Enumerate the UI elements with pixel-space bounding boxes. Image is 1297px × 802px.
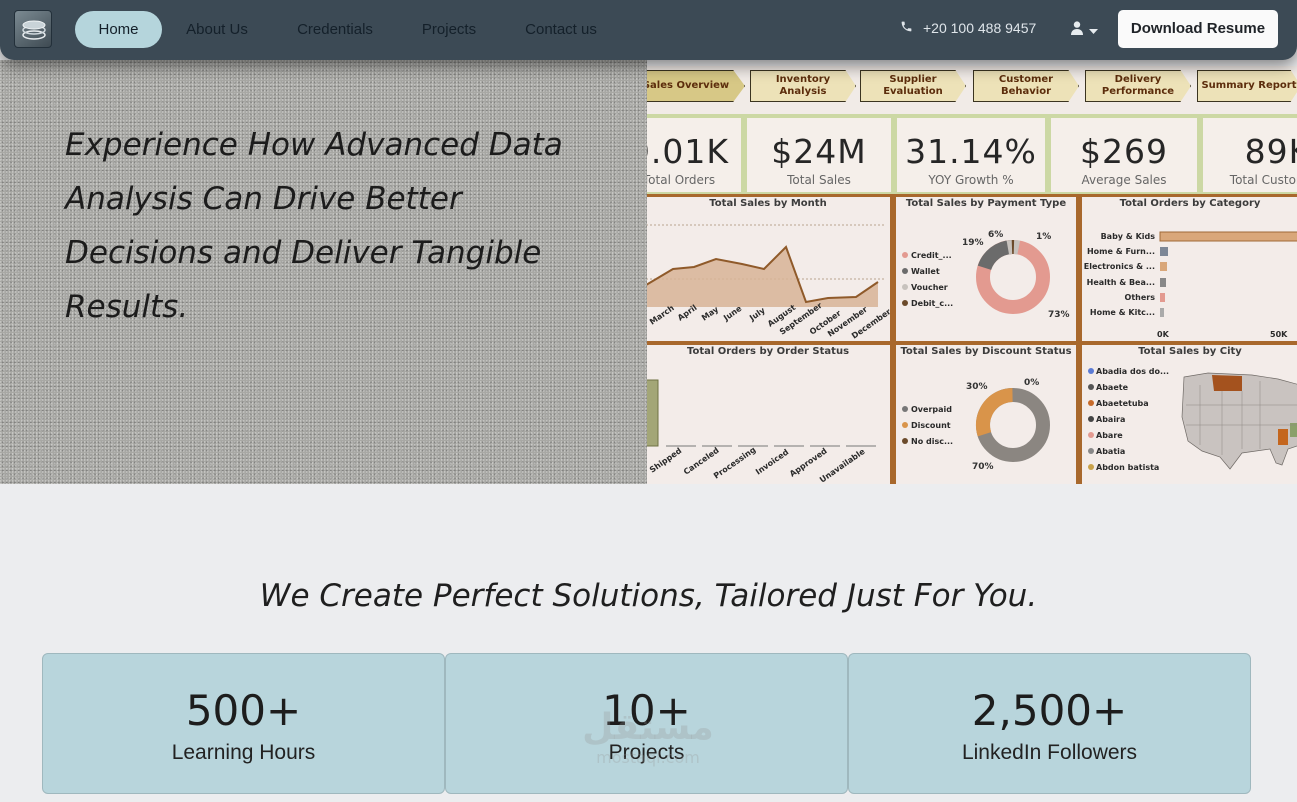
kpi-total-customers: 89KTotal Customers (1203, 118, 1297, 192)
svg-text:Abadia dos do...: Abadia dos do... (1096, 367, 1169, 376)
svg-text:Wallet: Wallet (911, 267, 940, 276)
svg-text:Debit_c...: Debit_c... (911, 299, 953, 308)
stat-card-projects: 10+ Projects (445, 653, 848, 794)
svg-text:1%: 1% (1036, 232, 1051, 242)
dash-tab-inventory: Inventory Analysis (750, 70, 856, 102)
dash-tab-delivery: Delivery Performance (1085, 70, 1191, 102)
dash-tab-sales-overview: Sales Overview (647, 70, 745, 102)
svg-text:Abaira: Abaira (1096, 415, 1125, 424)
stat-label: Learning Hours (171, 741, 316, 764)
user-menu-toggle[interactable] (1071, 20, 1098, 39)
svg-text:6%: 6% (988, 230, 1003, 240)
stat-card-linkedin-followers: 2,500+ LinkedIn Followers (848, 653, 1251, 794)
nav-credentials[interactable]: Credentials (285, 11, 385, 48)
nav-projects[interactable]: Projects (412, 11, 486, 48)
svg-text:Abatia: Abatia (1096, 447, 1125, 456)
dash-tab-customer: Customer Behavior (973, 70, 1079, 102)
svg-text:73%: 73% (1048, 310, 1070, 320)
nav-home[interactable]: Home (75, 11, 162, 48)
panel-sales-by-month: Total Sales by Month March April May Jun… (647, 194, 893, 344)
svg-text:July: July (747, 305, 767, 323)
svg-text:Electronics & ...: Electronics & ... (1084, 262, 1155, 271)
svg-text:30%: 30% (966, 382, 988, 392)
svg-text:Abaete: Abaete (1096, 383, 1129, 392)
svg-text:70%: 70% (972, 462, 994, 472)
kpi-total-orders: 9.01KTotal Orders (647, 118, 741, 192)
svg-text:Overpaid: Overpaid (911, 405, 952, 414)
phone-contact[interactable]: +20 100 488 9457 (900, 20, 1036, 36)
svg-text:0%: 0% (1024, 378, 1039, 388)
stat-value: 2,500+ (971, 686, 1128, 735)
caret-down-icon (1089, 20, 1098, 39)
panel-orders-by-status: Total Orders by Order Status Shipped Can… (647, 342, 893, 484)
nav-contact-us[interactable]: Contact us (515, 11, 607, 48)
stat-label: LinkedIn Followers (961, 741, 1138, 764)
svg-text:19%: 19% (962, 238, 984, 248)
svg-text:Processing: Processing (712, 445, 758, 481)
user-icon (1071, 20, 1083, 39)
panel-sales-by-payment: Total Sales by Payment Type Credit_... W… (893, 194, 1079, 344)
stat-value: 500+ (185, 686, 302, 735)
section-headline: We Create Perfect Solutions, Tailored Ju… (259, 578, 1038, 614)
svg-text:Abdon batista: Abdon batista (1096, 463, 1159, 472)
kpi-yoy-growth: 31.14% YOY Growth % (897, 118, 1045, 192)
dash-tab-supplier: Supplier Evaluation (860, 70, 966, 102)
panel-sales-by-discount: Total Sales by Discount Status Overpaid … (893, 342, 1079, 484)
svg-text:Others: Others (1125, 293, 1156, 302)
svg-text:0K: 0K (1157, 330, 1170, 339)
kpi-average-sales: $269 Average Sales (1051, 118, 1197, 192)
svg-text:No disc...: No disc... (911, 437, 953, 446)
svg-text:Baby & Kids: Baby & Kids (1101, 232, 1156, 241)
svg-text:50K: 50K (1270, 330, 1288, 339)
panel-sales-by-city: Total Sales by City Abadia dos do... Aba… (1079, 342, 1297, 484)
svg-text:Discount: Discount (911, 421, 951, 430)
nav-about-us[interactable]: About Us (177, 11, 257, 48)
dashboard-preview-image: Sales Overview Inventory Analysis Suppli… (647, 66, 1297, 484)
phone-icon (900, 20, 913, 36)
site-logo[interactable] (14, 10, 52, 48)
svg-text:Voucher: Voucher (911, 283, 948, 292)
svg-text:Home & Kitc...: Home & Kitc... (1090, 308, 1155, 317)
svg-text:Invoiced: Invoiced (754, 447, 791, 476)
dash-tab-summary: Summary Report (1197, 70, 1297, 102)
top-navbar: Home About Us Credentials Projects Conta… (0, 0, 1297, 60)
panel-orders-by-category: Total Orders by Category Baby & Kids Hom… (1079, 194, 1297, 344)
svg-text:Abaetetuba: Abaetetuba (1096, 399, 1149, 408)
svg-text:Home & Furn...: Home & Furn... (1087, 247, 1155, 256)
kpi-total-sales: $24M Total Sales (747, 118, 891, 192)
svg-text:Shipped: Shipped (648, 446, 684, 475)
svg-text:Health & Bea...: Health & Bea... (1087, 278, 1155, 287)
svg-text:May: May (700, 304, 721, 322)
download-resume-button[interactable]: Download Resume (1118, 10, 1278, 48)
stat-card-learning-hours: 500+ Learning Hours (42, 653, 445, 794)
phone-number: +20 100 488 9457 (923, 20, 1037, 36)
stat-value: 10+ (602, 686, 691, 735)
svg-text:Abare: Abare (1096, 431, 1123, 440)
svg-text:Credit_...: Credit_... (911, 251, 952, 260)
hero-tagline: Experience How Advanced Data Analysis Ca… (65, 127, 563, 325)
stat-label: Projects (608, 741, 685, 764)
